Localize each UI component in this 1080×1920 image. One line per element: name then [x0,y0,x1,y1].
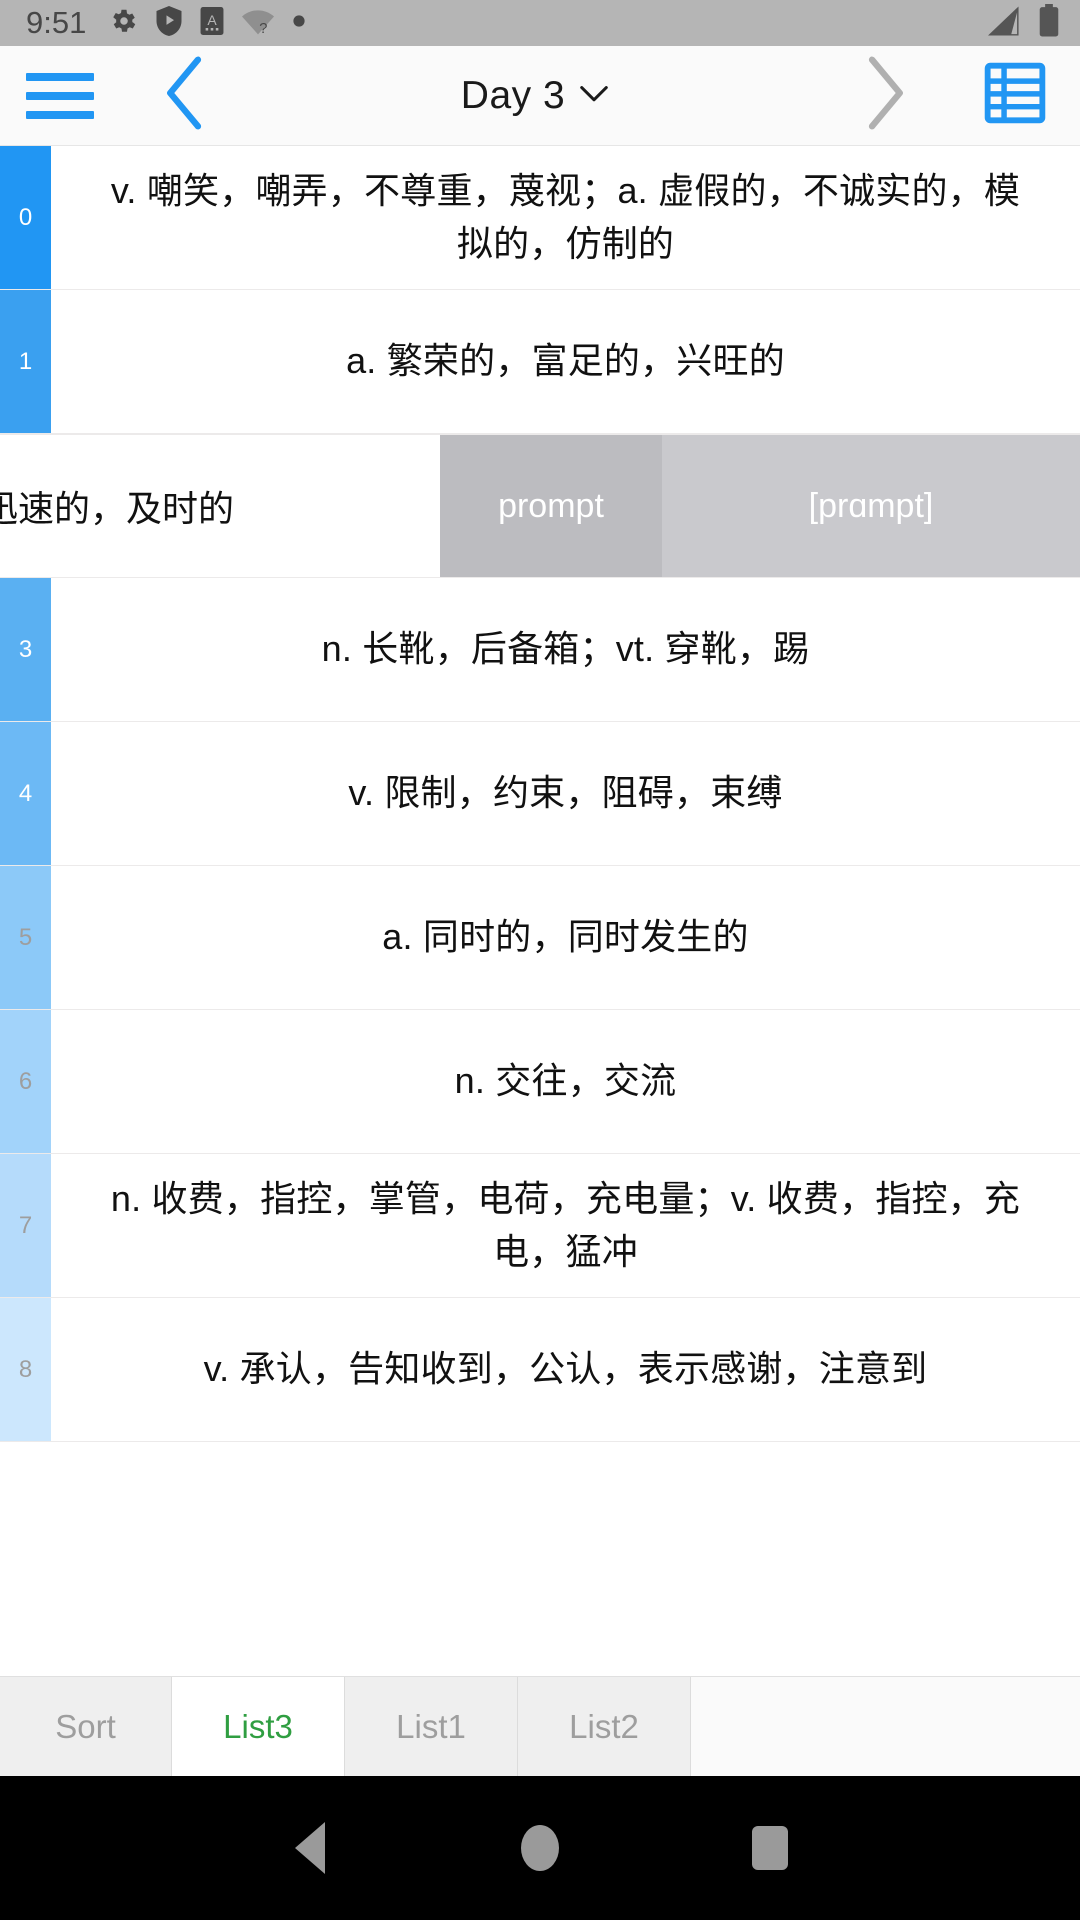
day-title-dropdown[interactable]: Day 3 [250,46,820,146]
table-row[interactable]: 3 n. 长靴，后备箱；vt. 穿靴，踢 [0,578,1080,722]
status-bar-clock: 9:51 [26,5,87,40]
row-body[interactable]: v. 嘲笑，嘲弄，不尊重，蔑视；a. 虚假的，不诚实的，模拟的，仿制的 [51,146,1080,289]
status-bar-system-icons [986,3,1060,43]
nav-recents-button[interactable] [655,1826,885,1870]
row-body[interactable]: v. 限制，约束，阻碍，束缚 [51,722,1080,865]
row-index-badge: 1 [0,290,51,433]
svg-text:A: A [208,11,218,27]
bottom-tab-bar: Sort List3 List1 List2 [0,1676,1080,1776]
row-index-badge: 6 [0,1010,51,1153]
table-row[interactable]: 7 n. 收费，指控，掌管，电荷，充电量；v. 收费，指控，充电，猛冲 [0,1154,1080,1298]
row-definition-text: a. 繁荣的，富足的，兴旺的 [346,340,785,382]
row-index-badge: 3 [0,578,51,721]
row-body[interactable]: n. 收费，指控，掌管，电荷，充电量；v. 收费，指控，充电，猛冲 [51,1154,1080,1297]
app-toolbar: Day 3 [0,46,1080,146]
row-word-cell[interactable]: prompt [440,435,662,577]
row-body[interactable]: v. 承认，告知收到，公认，表示感谢，注意到 [51,1298,1080,1441]
row-phonetic-cell[interactable]: [prɑmpt] [662,435,1080,577]
row-index-badge: 0 [0,146,51,289]
previous-day-button[interactable] [120,46,250,146]
tab-list1[interactable]: List1 [345,1677,518,1776]
row-body[interactable]: a. 同时的，同时发生的 [51,866,1080,1009]
table-row[interactable]: 8 v. 承认，告知收到，公认，表示感谢，注意到 [0,1298,1080,1442]
dragged-row-cells: prompt [prɑmpt] [440,435,1080,577]
app-a-icon: A [200,6,224,40]
gear-icon [108,6,138,41]
table-row[interactable]: 6 n. 交往，交流 [0,1010,1080,1154]
hamburger-bar-1 [26,72,94,81]
row-definition-text: a. 同时的，同时发生的 [382,916,749,958]
row-definition-text: v. 承认，告知收到，公认，表示感谢，注意到 [203,1348,928,1390]
table-row[interactable]: 4 v. 限制，约束，阻碍，束缚 [0,722,1080,866]
row-index-badge: 8 [0,1298,51,1441]
table-grid-icon [984,62,1046,129]
nav-back-button[interactable] [195,1822,425,1874]
android-navigation-bar [0,1776,1080,1920]
battery-icon [1038,3,1060,43]
row-definition-text: n. 收费，指控，掌管，电荷，充电量；v. 收费，指控，充电，猛冲 [110,1178,1021,1272]
row-body[interactable]: n. 长靴，后备箱；vt. 穿靴，踢 [51,578,1080,721]
word-list[interactable]: 0 v. 嘲笑，嘲弄，不尊重，蔑视；a. 虚假的，不诚实的，模拟的，仿制的 1 a. … [0,146,1080,1676]
chevron-left-icon [162,56,208,135]
tab-sort[interactable]: Sort [0,1677,172,1776]
hamburger-bar-2 [26,91,94,100]
row-definition-text: n. 交往，交流 [454,1060,677,1102]
row-index-badge: 7 [0,1154,51,1297]
wifi-question-icon: ? [242,6,275,41]
triangle-back-icon [295,1822,325,1874]
square-recents-icon [752,1826,788,1870]
signal-icon [986,5,1022,42]
table-row[interactable]: 0 v. 嘲笑，嘲弄，不尊重，蔑视；a. 虚假的，不诚实的，模拟的，仿制的 [0,146,1080,290]
circle-home-icon [521,1825,559,1871]
hamburger-menu-icon[interactable] [0,46,120,146]
svg-text:?: ? [260,21,268,36]
row-index-badge: 5 [0,866,51,1009]
tab-bar-filler [691,1677,1080,1776]
row-definition-text: v. 限制，约束，阻碍，束缚 [348,772,783,814]
row-definition-text: n. 长靴，后备箱；vt. 穿靴，踢 [321,628,810,670]
hamburger-bar-3 [26,110,94,119]
chevron-down-icon [579,83,609,108]
status-bar: 9:51 A ? [0,0,1080,46]
tab-list3[interactable]: List3 [172,1677,345,1776]
row-index-badge: 4 [0,722,51,865]
table-view-button[interactable] [950,46,1080,146]
app-root: 9:51 A ? Day 3 0 v. 嘲笑，嘲弄，不尊重，蔑视；a. 虚假的，… [0,0,1080,1920]
next-day-button[interactable] [820,46,950,146]
table-row[interactable]: 5 a. 同时的，同时发生的 [0,866,1080,1010]
status-bar-notification-icons: A ? [108,5,986,41]
nav-home-button[interactable] [425,1825,655,1871]
shield-play-icon [156,5,182,41]
chevron-right-icon [862,56,908,135]
table-row[interactable]: 1 a. 繁荣的，富足的，兴旺的 [0,290,1080,434]
row-definition-text: v. 嘲笑，嘲弄，不尊重，蔑视；a. 虚假的，不诚实的，模拟的，仿制的 [110,170,1021,264]
dragged-row[interactable]: . 迅速的，及时的prompt[prɑmpt] [0,434,1080,578]
row-body[interactable]: n. 交往，交流 [51,1010,1080,1153]
tab-list2[interactable]: List2 [518,1677,691,1776]
row-body[interactable]: a. 繁荣的，富足的，兴旺的 [51,290,1080,433]
dot-icon [292,14,306,33]
page-title: Day 3 [460,73,566,117]
